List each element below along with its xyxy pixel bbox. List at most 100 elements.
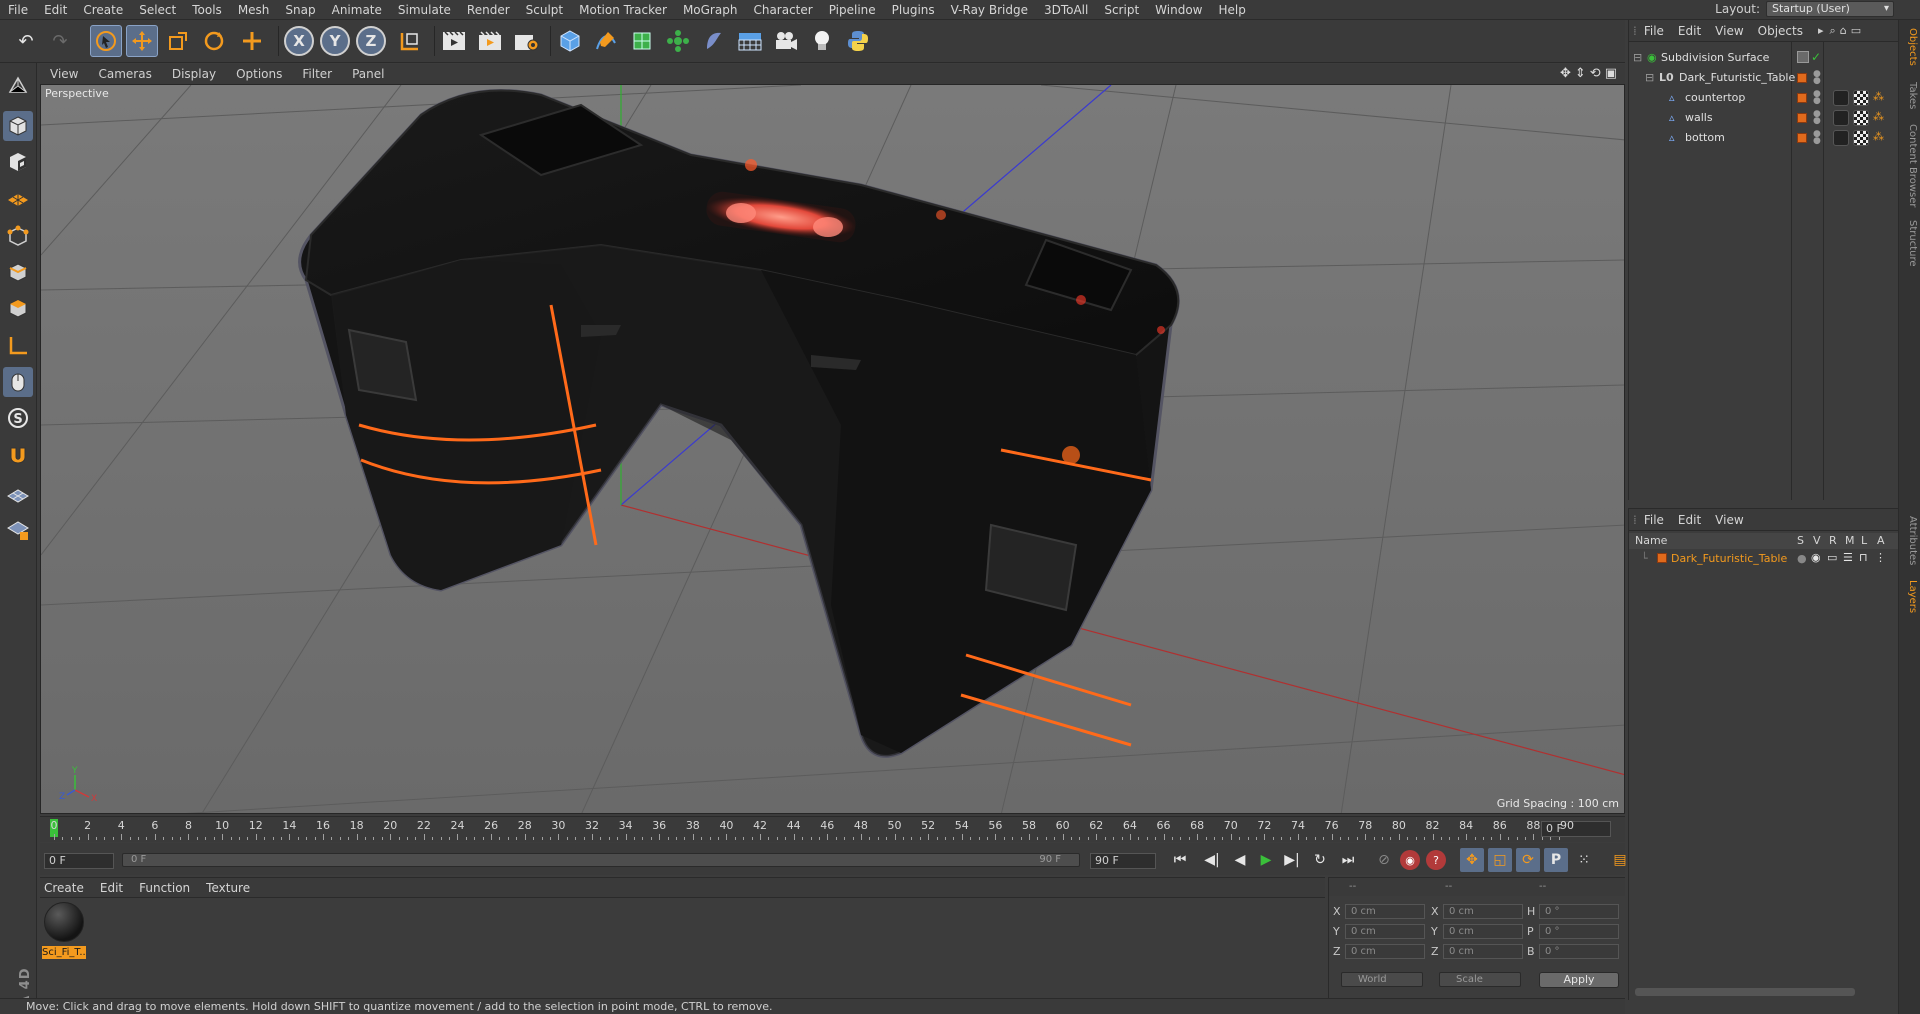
light-icon[interactable] — [806, 25, 838, 57]
om-menu-file[interactable]: File — [1637, 24, 1671, 38]
rotate-icon[interactable] — [198, 25, 230, 57]
transform-mode-select[interactable]: Scale — [1439, 972, 1521, 987]
cube-icon[interactable] — [554, 25, 586, 57]
preview-range-slider[interactable]: 0 F 90 F — [122, 853, 1080, 867]
material-menu-texture[interactable]: Texture — [206, 881, 262, 895]
object-row[interactable]: ▵ bottom ● ● ⁂ — [1629, 129, 1899, 148]
menu-window[interactable]: Window — [1147, 0, 1210, 20]
menu-snap[interactable]: Snap — [277, 0, 323, 20]
position-z-field[interactable]: 0 cm — [1345, 944, 1425, 959]
layer-row[interactable]: └ Dark_Futuristic_Table ● ◉ ▭ ☰ ⊓ ⋮ — [1629, 550, 1899, 568]
menu-render[interactable]: Render — [459, 0, 518, 20]
layer-color-icon[interactable] — [1797, 73, 1807, 83]
material-tag-icon[interactable] — [1833, 110, 1849, 126]
key-parameter-icon[interactable]: P — [1544, 848, 1568, 872]
menu-motion-tracker[interactable]: Motion Tracker — [571, 0, 675, 20]
column-render[interactable]: R — [1829, 534, 1837, 547]
texture-mode-icon[interactable] — [3, 147, 33, 177]
current-frame-field[interactable]: 0 F — [1541, 821, 1611, 837]
menu-mesh[interactable]: Mesh — [230, 0, 278, 20]
autokeying-icon[interactable]: ◉ — [1400, 850, 1420, 870]
uvw-tag-icon[interactable]: ⁂ — [1873, 110, 1884, 123]
axis-mode-icon[interactable] — [3, 331, 33, 361]
column-manager[interactable]: M — [1845, 534, 1855, 547]
more-arrow-icon[interactable]: ▸ — [1818, 24, 1824, 37]
home-icon[interactable]: ⌂ — [1840, 24, 1847, 37]
snap-icon[interactable] — [3, 481, 33, 511]
column-animation[interactable]: A — [1877, 534, 1885, 547]
animation-toggle-icon[interactable]: ⋮ — [1875, 551, 1886, 564]
editor-visibility-icon[interactable] — [1797, 51, 1809, 63]
subdivision-icon[interactable] — [626, 25, 658, 57]
menu-create[interactable]: Create — [75, 0, 131, 20]
layer-color-icon[interactable] — [1797, 113, 1807, 123]
orbit-view-icon[interactable]: ⟲ — [1590, 66, 1601, 81]
workplane-lock-icon[interactable] — [3, 515, 33, 545]
key-rotation-icon[interactable]: ⟳ — [1516, 848, 1540, 872]
menu-tools[interactable]: Tools — [184, 0, 230, 20]
object-name[interactable]: walls — [1685, 111, 1713, 124]
go-to-start-icon[interactable]: ⏮ — [1168, 848, 1192, 872]
layer-color-icon[interactable] — [1797, 133, 1807, 143]
python-icon[interactable] — [842, 25, 874, 57]
polygons-mode-icon[interactable] — [3, 293, 33, 323]
viewport-menu-panel[interactable]: Panel — [342, 67, 394, 81]
next-key-icon[interactable]: ↻ — [1308, 848, 1332, 872]
end-frame-field[interactable]: 90 F — [1090, 853, 1156, 869]
uvw-tag-icon[interactable]: ⁂ — [1873, 130, 1884, 143]
perspective-viewport[interactable]: Y X Z Perspective Grid Spacing : 100 cm — [40, 84, 1625, 814]
timeline-ruler[interactable]: 0 F 0 2 4 6 8 10 12 14 16 18 20 22 24 26 28 30 32 34 36 38 4… — [40, 816, 1625, 842]
object-row[interactable]: ▵ countertop ● ● ⁂ — [1629, 89, 1899, 108]
next-frame-icon[interactable]: ▶| — [1280, 848, 1304, 872]
viewport-menu-display[interactable]: Display — [162, 67, 226, 81]
redo-icon[interactable]: ↷ — [44, 25, 76, 57]
model-mode-icon[interactable] — [3, 111, 33, 141]
position-x-field[interactable]: 0 cm — [1345, 904, 1425, 919]
scale-icon[interactable] — [162, 25, 194, 57]
menu-file[interactable]: File — [0, 0, 36, 20]
material-preview-sphere[interactable] — [44, 902, 84, 942]
start-frame-field[interactable]: 0 F — [44, 853, 114, 869]
solo-toggle-icon[interactable]: ● — [1797, 552, 1807, 565]
undo-icon[interactable]: ↶ — [10, 25, 42, 57]
search-icon[interactable]: ⌕ — [1830, 24, 1836, 38]
object-row[interactable]: ⊟ ◉ Subdivision Surface ✓ — [1629, 49, 1899, 68]
rotation-p-field[interactable]: 0 ° — [1539, 924, 1619, 939]
menu-character[interactable]: Character — [745, 0, 820, 20]
edges-mode-icon[interactable] — [3, 257, 33, 287]
om-menu-objects[interactable]: Objects — [1751, 24, 1810, 38]
layer-horizontal-scrollbar[interactable] — [1635, 988, 1855, 996]
layer-color-icon[interactable] — [1797, 93, 1807, 103]
layer-color-swatch[interactable] — [1657, 553, 1667, 563]
menu-help[interactable]: Help — [1210, 0, 1253, 20]
tab-objects[interactable]: Objects — [1902, 28, 1918, 66]
key-scale-icon[interactable]: ◱ — [1488, 848, 1512, 872]
play-icon[interactable]: ▶ — [1254, 848, 1278, 872]
material-name-label[interactable]: Sci_Fi_T... — [42, 946, 86, 959]
texture-tag-icon[interactable] — [1853, 90, 1869, 106]
recent-tool-icon[interactable] — [236, 25, 268, 57]
y-axis-icon[interactable]: Y — [320, 26, 350, 56]
previous-key-icon[interactable]: ◀| — [1200, 848, 1224, 872]
render-to-picture-viewer-icon[interactable] — [474, 25, 506, 57]
coordinate-system-icon[interactable] — [394, 25, 426, 57]
tab-takes[interactable]: Takes — [1902, 82, 1918, 109]
menu-animate[interactable]: Animate — [324, 0, 390, 20]
lock-toggle-icon[interactable]: ⊓ — [1859, 551, 1868, 564]
column-solo[interactable]: S — [1797, 534, 1804, 547]
move-icon[interactable] — [126, 25, 158, 57]
texture-tag-icon[interactable] — [1853, 110, 1869, 126]
menu-pipeline[interactable]: Pipeline — [821, 0, 884, 20]
object-name[interactable]: countertop — [1685, 91, 1745, 104]
uvw-tag-icon[interactable]: ⁂ — [1873, 90, 1884, 103]
z-axis-icon[interactable]: Z — [356, 26, 386, 56]
visibility-dots-icon[interactable]: ● ● — [1813, 110, 1821, 126]
tab-content-browser[interactable]: Content Browser — [1902, 124, 1918, 207]
object-row[interactable]: ▵ walls ● ● ⁂ — [1629, 109, 1899, 128]
material-tag-icon[interactable] — [1833, 130, 1849, 146]
keyframe-selection-icon[interactable]: ? — [1426, 850, 1446, 870]
column-name[interactable]: Name — [1635, 534, 1667, 547]
dolly-view-icon[interactable]: ⇕ — [1575, 66, 1586, 81]
menu-select[interactable]: Select — [131, 0, 184, 20]
rotation-b-field[interactable]: 0 ° — [1539, 944, 1619, 959]
